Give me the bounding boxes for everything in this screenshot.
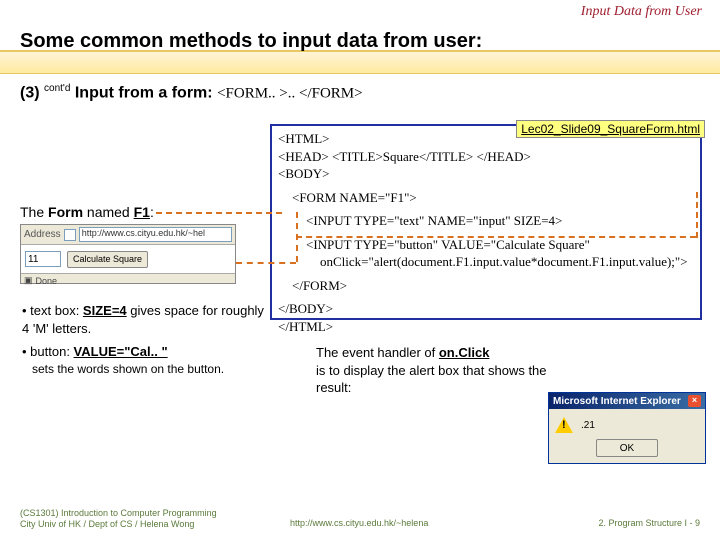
- connector-line: [236, 262, 296, 264]
- bullet-textbox: • text box: SIZE=4 gives space for rough…: [22, 302, 268, 337]
- subhead-text: Input from a form:: [75, 84, 213, 101]
- header-band: [0, 50, 720, 74]
- footer-page: 2. Program Structure I - 9: [598, 518, 700, 528]
- filename-label: Lec02_Slide09_SquareForm.html: [516, 120, 705, 138]
- footer-url: http://www.cs.cityu.edu.hk/~helena: [290, 518, 428, 528]
- address-bar: Address http://www.cs.cityu.edu.hk/~hel: [21, 225, 235, 245]
- code-line: <HEAD> <TITLE>Square</TITLE> </HEAD>: [278, 148, 694, 166]
- bullet-button: • button: VALUE="Cal.. " sets the words …: [22, 344, 242, 378]
- page-icon: [64, 229, 76, 241]
- code-line: <INPUT TYPE="text" NAME="input" SIZE=4>: [306, 212, 694, 230]
- form-label: The Form named F1:: [20, 204, 154, 220]
- browser-content: Calculate Square: [21, 245, 235, 273]
- code-line: <INPUT TYPE="button" VALUE="Calculate Sq…: [306, 236, 694, 254]
- address-input[interactable]: http://www.cs.cityu.edu.hk/~hel: [79, 227, 232, 242]
- alert-title: Microsoft Internet Explorer: [553, 396, 681, 407]
- alert-dialog: Microsoft Internet Explorer × .21 OK: [548, 392, 706, 464]
- connector-line: [156, 212, 282, 214]
- browser-window: Address http://www.cs.cityu.edu.hk/~hel …: [20, 224, 236, 284]
- footer-left: (CS1301) Introduction to Computer Progra…: [20, 508, 217, 530]
- page-title: Some common methods to input data from u…: [20, 30, 700, 53]
- code-line: onClick="alert(document.F1.input.value*d…: [320, 253, 694, 271]
- code-line: </FORM>: [292, 277, 694, 295]
- contd-marker: cont'd: [44, 83, 70, 94]
- calculate-button[interactable]: Calculate Square: [67, 251, 148, 268]
- status-text: Done: [36, 276, 58, 286]
- section-topic: Input Data from User: [581, 4, 702, 20]
- warning-icon: [555, 417, 573, 433]
- item-number: (3): [20, 84, 40, 101]
- code-line: </HTML>: [278, 318, 694, 336]
- code-box: <HTML> <HEAD> <TITLE>Square</TITLE> </HE…: [270, 124, 702, 320]
- ok-button[interactable]: OK: [596, 439, 658, 457]
- form-tag-example: <FORM.. >.. </FORM>: [217, 85, 363, 101]
- status-bar: ▣ Done: [21, 273, 235, 287]
- connector-line: [296, 236, 696, 238]
- event-handler-text: The event handler of on.Click is to disp…: [316, 344, 556, 397]
- code-line: <FORM NAME="F1">: [292, 189, 694, 207]
- connector-line: [696, 192, 698, 238]
- close-icon[interactable]: ×: [688, 395, 701, 407]
- code-line: <BODY>: [278, 165, 694, 183]
- subheading: (3) cont'd Input from a form: <FORM.. >.…: [20, 83, 700, 102]
- page-icon: ▣: [24, 275, 33, 286]
- address-label: Address: [24, 229, 61, 240]
- code-line: </BODY>: [278, 300, 694, 318]
- alert-titlebar: Microsoft Internet Explorer ×: [549, 393, 705, 409]
- text-input[interactable]: [25, 251, 61, 267]
- alert-message: .21: [581, 420, 595, 431]
